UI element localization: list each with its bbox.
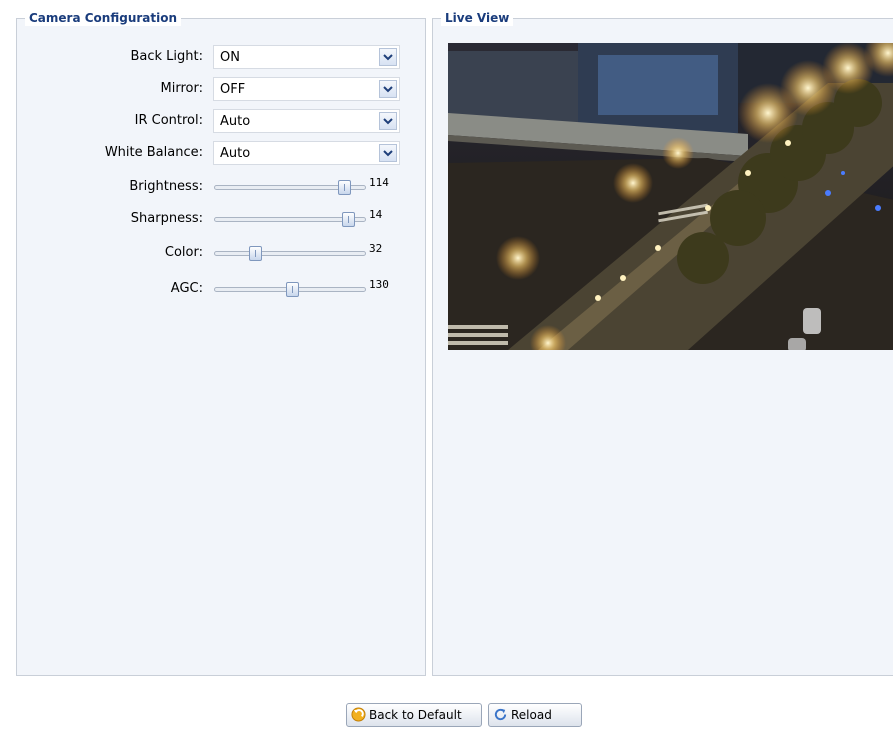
mirror-row: Mirror: OFF xyxy=(17,77,417,101)
night-street-scene xyxy=(448,43,893,350)
ir-control-select[interactable]: Auto xyxy=(213,109,400,133)
white-balance-row: White Balance: Auto xyxy=(17,141,417,165)
live-view-legend: Live View xyxy=(441,10,514,26)
camera-configuration-panel: Camera Configuration Back Light: ON Mirr… xyxy=(16,10,426,676)
undo-arrow-icon xyxy=(351,707,366,722)
back-light-value: ON xyxy=(220,50,240,65)
agc-label: AGC: xyxy=(170,281,203,296)
mirror-label: Mirror: xyxy=(160,81,203,96)
agc-value: 130 xyxy=(369,278,389,291)
reload-label: Reload xyxy=(511,708,552,722)
chevron-down-icon[interactable] xyxy=(379,48,397,66)
color-row: Color: 32 xyxy=(17,241,417,265)
sharpness-label: Sharpness: xyxy=(130,211,203,226)
color-value: 32 xyxy=(369,242,383,255)
brightness-label: Brightness: xyxy=(129,179,203,194)
brightness-slider-thumb[interactable] xyxy=(338,180,351,195)
brightness-slider[interactable] xyxy=(214,180,366,195)
back-to-default-button[interactable]: Back to Default xyxy=(346,703,482,727)
white-balance-label: White Balance: xyxy=(104,145,203,160)
color-label: Color: xyxy=(164,245,203,260)
back-light-select[interactable]: ON xyxy=(213,45,400,69)
brightness-value: 114 xyxy=(369,176,389,189)
sharpness-row: Sharpness: 14 xyxy=(17,207,417,231)
mirror-value: OFF xyxy=(220,82,246,97)
agc-slider-thumb[interactable] xyxy=(286,282,299,297)
brightness-row: Brightness: 114 xyxy=(17,175,417,199)
agc-row: AGC: 130 xyxy=(17,277,417,301)
sharpness-slider[interactable] xyxy=(214,212,366,227)
back-to-default-label: Back to Default xyxy=(369,708,462,722)
white-balance-value: Auto xyxy=(220,146,251,161)
live-video-feed xyxy=(448,43,893,350)
color-slider-thumb[interactable] xyxy=(249,246,262,261)
refresh-icon xyxy=(493,707,508,722)
chevron-down-icon[interactable] xyxy=(379,112,397,130)
back-light-row: Back Light: ON xyxy=(17,45,417,69)
mirror-select[interactable]: OFF xyxy=(213,77,400,101)
white-balance-select[interactable]: Auto xyxy=(213,141,400,165)
ir-control-value: Auto xyxy=(220,114,251,129)
sharpness-value: 14 xyxy=(369,208,383,221)
ir-control-label: IR Control: xyxy=(134,113,203,128)
camera-configuration-legend: Camera Configuration xyxy=(25,10,182,26)
chevron-down-icon[interactable] xyxy=(379,80,397,98)
ir-control-row: IR Control: Auto xyxy=(17,109,417,133)
agc-slider[interactable] xyxy=(214,282,366,297)
chevron-down-icon[interactable] xyxy=(379,144,397,162)
back-light-label: Back Light: xyxy=(130,49,203,64)
color-slider[interactable] xyxy=(214,246,366,261)
sharpness-slider-thumb[interactable] xyxy=(342,212,355,227)
reload-button[interactable]: Reload xyxy=(488,703,582,727)
